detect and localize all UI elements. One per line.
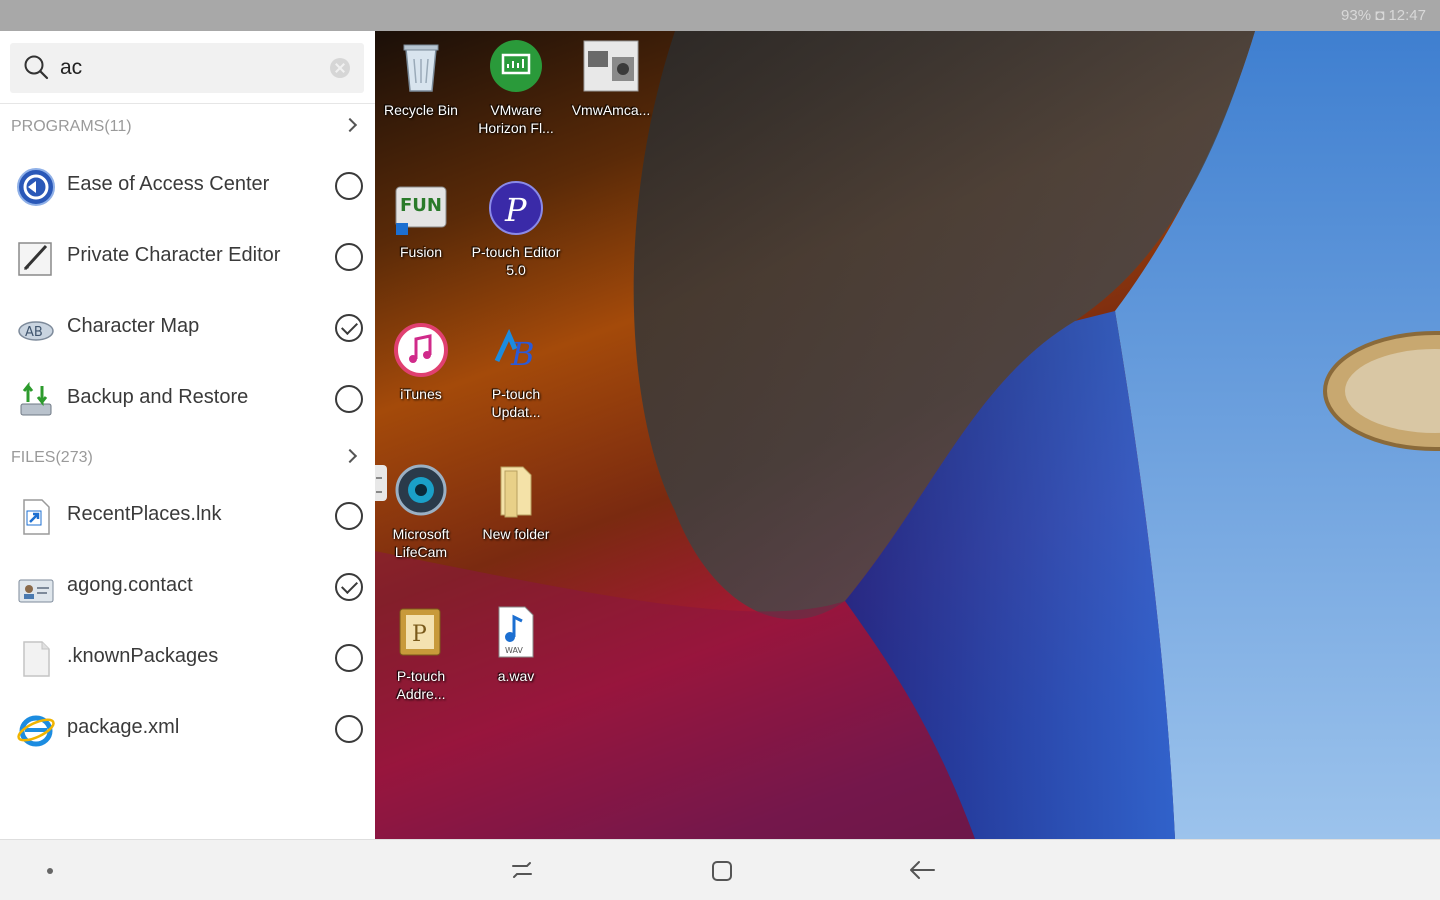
recents-icon[interactable]: [510, 858, 534, 882]
status-bar: 93% ◘ 12:47: [0, 0, 1440, 31]
list-item[interactable]: agong.contact: [0, 551, 375, 622]
svg-text:P: P: [504, 191, 527, 229]
result-label: package.xml: [67, 716, 180, 738]
desktop-icon-label: New folder: [482, 526, 550, 542]
remote-desktop[interactable]: Recycle Bin FUN Fusion iTunes Microsoft …: [375, 31, 1440, 839]
ease-of-access-icon: [17, 168, 55, 206]
desktop-icon-label: a.wav: [497, 668, 535, 684]
list-item[interactable]: Private Character Editor: [0, 221, 375, 292]
desktop-shortcut[interactable]: FUN Fusion: [375, 179, 467, 261]
desktop-icon-label: iTunes: [400, 386, 442, 402]
list-item[interactable]: .knownPackages: [0, 622, 375, 693]
vmware-horizon-icon: [490, 40, 542, 92]
select-radio[interactable]: [335, 502, 363, 530]
select-radio[interactable]: [335, 172, 363, 200]
desktop-shortcut[interactable]: P P-touch Addre...: [375, 603, 467, 703]
programs-section-title: PROGRAMS(11): [11, 118, 132, 135]
programs-section-header[interactable]: PROGRAMS(11): [0, 106, 375, 146]
wav-file-icon: WAV: [498, 606, 534, 658]
svg-text:AB: AB: [25, 325, 43, 340]
list-item[interactable]: package.xml: [0, 693, 375, 764]
search-icon: [24, 55, 49, 80]
result-label: .knownPackages: [67, 645, 219, 667]
search-panel: PROGRAMS(11) Ease of Access Center Priva…: [0, 31, 375, 839]
desktop-icon-label: VMware Horizon Fl...: [478, 102, 554, 136]
svg-text:P: P: [412, 622, 427, 647]
nav-dot-icon[interactable]: [47, 868, 53, 874]
chevron-right-icon[interactable]: [342, 448, 358, 464]
desktop-icon-label: VmwAmca...: [571, 102, 651, 118]
select-radio[interactable]: [335, 715, 363, 743]
desktop-icon-label: Microsoft LifeCam: [392, 526, 450, 560]
desktop-shortcut[interactable]: WAV a.wav: [470, 603, 562, 685]
svg-text:B: B: [510, 335, 535, 373]
desktop-icon-label: Recycle Bin: [384, 102, 458, 118]
select-radio[interactable]: [335, 243, 363, 271]
vmware-amca-icon: [583, 40, 639, 92]
files-section-title: FILES(273): [11, 449, 93, 466]
home-icon[interactable]: [710, 859, 734, 883]
desktop-shortcut[interactable]: Recycle Bin: [375, 37, 467, 119]
result-label: Backup and Restore: [67, 386, 249, 408]
desktop-wallpaper: [375, 31, 1440, 839]
desktop-shortcut[interactable]: Microsoft LifeCam: [375, 461, 467, 561]
recycle-bin-icon: [403, 44, 439, 92]
list-item[interactable]: Backup and Restore: [0, 363, 375, 434]
svg-text:FUN: FUN: [400, 195, 442, 216]
select-radio-checked[interactable]: [335, 314, 363, 342]
lifecam-icon: [395, 464, 447, 516]
list-item[interactable]: Ease of Access Center: [0, 150, 375, 221]
clear-search-icon[interactable]: [330, 58, 350, 78]
result-label: Character Map: [67, 315, 200, 337]
desktop-shortcut[interactable]: VmwAmca...: [565, 37, 657, 119]
contact-file-icon: [18, 579, 54, 603]
status-text: 93% ◘ 12:47: [1341, 7, 1426, 24]
desktop-shortcut[interactable]: B P-touch Updat...: [470, 321, 562, 421]
ptouch-update-icon: B: [494, 328, 535, 373]
back-icon[interactable]: [908, 858, 936, 882]
desktop-icon-label: P-touch Editor 5.0: [471, 244, 561, 278]
desktop-icon-label: P-touch Updat...: [491, 386, 541, 420]
desktop-shortcut[interactable]: P P-touch Editor 5.0: [470, 179, 562, 279]
search-input[interactable]: [60, 53, 320, 83]
divider: [0, 103, 375, 104]
internet-explorer-icon: [17, 715, 55, 747]
result-label: Ease of Access Center: [67, 173, 270, 195]
backup-restore-icon: [20, 381, 52, 416]
select-radio[interactable]: [335, 385, 363, 413]
ptouch-address-icon: P: [399, 608, 441, 656]
search-box[interactable]: [10, 43, 364, 93]
select-radio-checked[interactable]: [335, 573, 363, 601]
shortcut-file-icon: [23, 499, 50, 535]
fun-station-icon: FUN: [395, 186, 447, 235]
files-section-header[interactable]: FILES(273): [0, 437, 375, 477]
itunes-icon: [394, 323, 448, 377]
desktop-icon-label: P-touch Addre...: [396, 668, 446, 702]
result-label: Private Character Editor: [67, 244, 281, 266]
desktop-shortcut[interactable]: VMware Horizon Fl...: [470, 37, 562, 137]
desktop-icon-label: Fusion: [399, 244, 443, 260]
chevron-right-icon[interactable]: [342, 117, 358, 133]
ptouch-editor-icon: P: [489, 181, 543, 235]
character-map-icon: AB: [18, 321, 54, 341]
list-item[interactable]: AB Character Map: [0, 292, 375, 363]
desktop-shortcut[interactable]: New folder: [470, 461, 562, 543]
character-editor-icon: [18, 242, 52, 276]
svg-text:WAV: WAV: [505, 646, 523, 655]
folder-icon: [500, 466, 532, 518]
desktop-shortcut[interactable]: iTunes: [375, 321, 467, 403]
navigation-bar: [0, 839, 1440, 900]
result-label: agong.contact: [67, 574, 193, 596]
list-item[interactable]: RecentPlaces.lnk: [0, 480, 375, 551]
result-label: RecentPlaces.lnk: [67, 503, 222, 525]
select-radio[interactable]: [335, 644, 363, 672]
generic-file-icon: [23, 641, 50, 677]
